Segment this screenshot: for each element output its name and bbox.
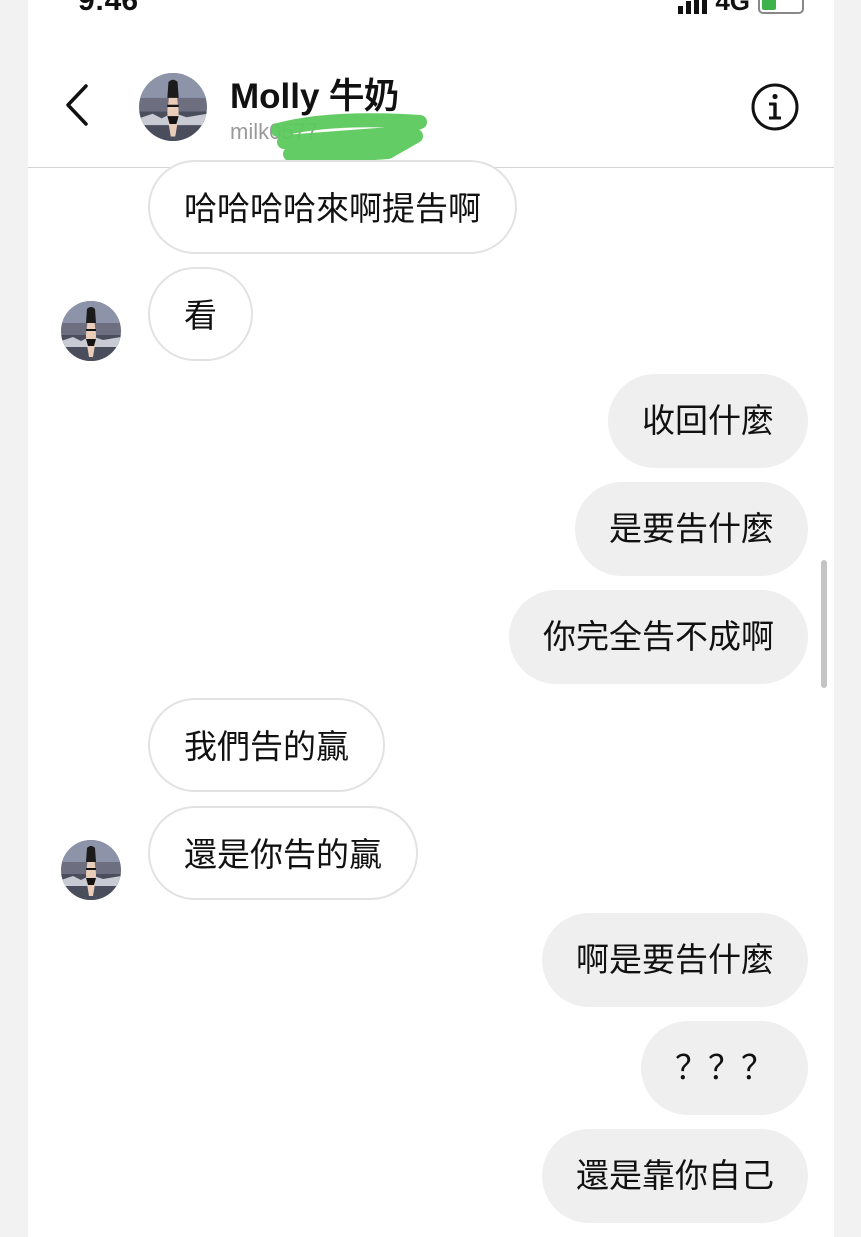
chat-header: Molly 牛奶 milk0577 <box>28 50 834 168</box>
status-indicators: 4G <box>678 0 804 17</box>
redaction-scribble <box>271 113 427 162</box>
chevron-left-icon <box>66 84 88 126</box>
battery-icon <box>758 0 804 14</box>
message-bubble-sent[interactable]: 還是靠你自己 <box>542 1129 808 1223</box>
message-bubble-sent[interactable]: 是要告什麼 <box>575 482 808 576</box>
signal-icon <box>678 0 708 14</box>
back-button[interactable] <box>56 80 100 130</box>
info-button[interactable] <box>750 82 800 132</box>
message-bubble-sent[interactable]: 收回什麼 <box>608 374 808 468</box>
status-time: 9:46 <box>78 0 139 17</box>
sender-avatar[interactable] <box>61 301 121 361</box>
sender-avatar[interactable] <box>61 840 121 900</box>
message-bubble-sent[interactable]: ？？？ <box>641 1021 808 1115</box>
message-bubble-received[interactable]: 我們告的贏 <box>148 698 385 792</box>
message-bubble-received[interactable]: 看 <box>148 267 253 361</box>
message-bubble-received[interactable]: 還是你告的贏 <box>148 806 418 900</box>
message-bubble-received[interactable]: 哈哈哈哈來啊提告啊 <box>148 160 517 254</box>
message-bubble-sent[interactable]: 啊是要告什麼 <box>542 913 808 1007</box>
info-circle-icon <box>751 83 799 131</box>
chat-screen: 9:46 4G Molly 牛奶 milk0577 哈哈哈哈來啊提告啊 看 收回… <box>28 0 834 1237</box>
network-type: 4G <box>715 0 750 16</box>
scrollbar[interactable] <box>821 560 827 688</box>
contact-avatar[interactable] <box>139 73 207 141</box>
message-bubble-sent[interactable]: 你完全告不成啊 <box>509 590 808 684</box>
